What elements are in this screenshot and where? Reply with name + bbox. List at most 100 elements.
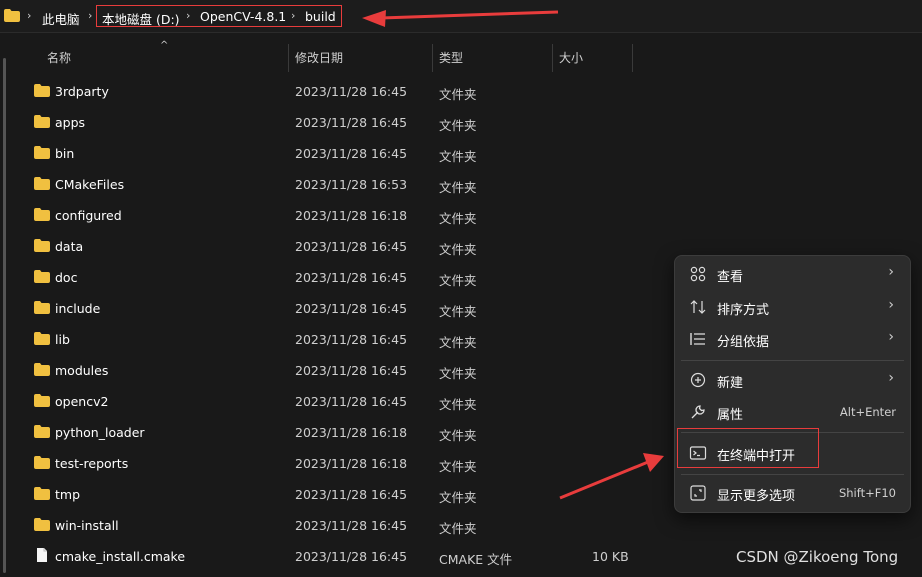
file-name: cmake_install.cmake bbox=[55, 549, 186, 564]
menu-label-sort: 排序方式 bbox=[717, 303, 770, 318]
context-menu: 查看 › 排序方式 › 分组依据 › 新建 › 属性 Alt+Enter 在终端… bbox=[674, 255, 911, 513]
file-date: 2023/11/28 16:45 bbox=[295, 487, 408, 502]
file-name: bin bbox=[55, 146, 75, 161]
file-type: 文件夹 bbox=[439, 397, 477, 412]
menu-label-new: 新建 bbox=[717, 376, 744, 391]
column-type[interactable]: 类型 bbox=[431, 44, 553, 72]
file-date: 2023/11/28 16:45 bbox=[295, 332, 408, 347]
address-highlight-box bbox=[96, 5, 342, 27]
file-type: 文件夹 bbox=[439, 242, 477, 257]
chevron-right-icon: › bbox=[27, 9, 32, 22]
chevron-right-icon: › bbox=[888, 329, 894, 345]
file-name: lib bbox=[55, 332, 70, 347]
chevron-right-icon: › bbox=[888, 297, 894, 313]
file-date: 2023/11/28 16:18 bbox=[295, 425, 408, 440]
column-size[interactable]: 大小 bbox=[551, 44, 633, 72]
more-options-shortcut: Shift+F10 bbox=[838, 486, 896, 500]
folder-icon bbox=[34, 84, 50, 97]
file-type: 文件夹 bbox=[439, 459, 477, 474]
file-date: 2023/11/28 16:45 bbox=[295, 84, 408, 99]
file-row[interactable]: configured 2023/11/28 16:18 文件夹 bbox=[0, 200, 922, 231]
watermark: CSDN @Zikoeng Tong bbox=[736, 548, 899, 566]
file-date: 2023/11/28 16:45 bbox=[295, 115, 408, 130]
breadcrumb-this-pc[interactable]: 此电脑 bbox=[42, 9, 80, 28]
file-type: 文件夹 bbox=[439, 366, 477, 381]
menu-item-sort[interactable]: 排序方式 › bbox=[679, 292, 906, 322]
file-type: 文件夹 bbox=[439, 87, 477, 102]
file-date: 2023/11/28 16:18 bbox=[295, 208, 408, 223]
folder-icon bbox=[34, 301, 50, 314]
folder-icon bbox=[34, 270, 50, 283]
file-row[interactable]: 3rdparty 2023/11/28 16:45 文件夹 bbox=[0, 76, 922, 107]
file-type: 文件夹 bbox=[439, 180, 477, 195]
menu-label-more-options: 显示更多选项 bbox=[717, 489, 796, 504]
file-type: 文件夹 bbox=[439, 304, 477, 319]
add-circle-icon bbox=[690, 372, 706, 388]
file-name: python_loader bbox=[55, 425, 145, 440]
file-date: 2023/11/28 16:45 bbox=[295, 270, 408, 285]
column-date[interactable]: 修改日期 bbox=[287, 44, 433, 72]
menu-label-group: 分组依据 bbox=[717, 335, 770, 350]
file-type: 文件夹 bbox=[439, 118, 477, 133]
folder-icon bbox=[34, 332, 50, 345]
file-date: 2023/11/28 16:45 bbox=[295, 394, 408, 409]
file-type: 文件夹 bbox=[439, 490, 477, 505]
menu-item-more-options[interactable]: 显示更多选项 Shift+F10 bbox=[679, 478, 906, 508]
folder-icon bbox=[34, 115, 50, 128]
file-date: 2023/11/28 16:45 bbox=[295, 363, 408, 378]
file-date: 2023/11/28 16:45 bbox=[295, 146, 408, 161]
file-name: 3rdparty bbox=[55, 84, 109, 99]
file-name: include bbox=[55, 301, 101, 316]
menu-item-properties[interactable]: 属性 Alt+Enter bbox=[679, 397, 906, 427]
file-row[interactable]: win-install 2023/11/28 16:45 文件夹 bbox=[0, 510, 922, 541]
file-size: 10 KB bbox=[592, 549, 629, 564]
sort-icon bbox=[690, 300, 706, 314]
folder-icon bbox=[34, 425, 50, 438]
group-list-icon bbox=[690, 333, 705, 345]
folder-icon bbox=[34, 487, 50, 500]
file-type: 文件夹 bbox=[439, 211, 477, 226]
chevron-right-icon: › bbox=[888, 370, 894, 386]
folder-icon bbox=[34, 518, 50, 531]
menu-divider bbox=[681, 474, 904, 475]
file-date: 2023/11/28 16:45 bbox=[295, 518, 408, 533]
file-row[interactable]: bin 2023/11/28 16:45 文件夹 bbox=[0, 138, 922, 169]
file-type: 文件夹 bbox=[439, 521, 477, 536]
folder-icon bbox=[34, 177, 50, 190]
file-row[interactable]: CMakeFiles 2023/11/28 16:53 文件夹 bbox=[0, 169, 922, 200]
file-icon bbox=[37, 548, 47, 562]
file-row[interactable]: apps 2023/11/28 16:45 文件夹 bbox=[0, 107, 922, 138]
folder-icon bbox=[34, 456, 50, 469]
file-date: 2023/11/28 16:18 bbox=[295, 456, 408, 471]
file-name: configured bbox=[55, 208, 122, 223]
file-name: data bbox=[55, 239, 84, 254]
menu-divider bbox=[681, 360, 904, 361]
file-type: 文件夹 bbox=[439, 273, 477, 288]
menu-item-group[interactable]: 分组依据 › bbox=[679, 324, 906, 354]
file-type: CMAKE 文件 bbox=[439, 552, 513, 567]
file-name: tmp bbox=[55, 487, 81, 502]
file-date: 2023/11/28 16:45 bbox=[295, 239, 408, 254]
file-name: win-install bbox=[55, 518, 119, 533]
file-name: CMakeFiles bbox=[55, 177, 125, 192]
file-date: 2023/11/28 16:53 bbox=[295, 177, 408, 192]
folder-icon bbox=[34, 363, 50, 376]
folder-icon bbox=[34, 394, 50, 407]
menu-item-view[interactable]: 查看 › bbox=[679, 259, 906, 289]
properties-shortcut: Alt+Enter bbox=[839, 405, 896, 419]
file-date: 2023/11/28 16:45 bbox=[295, 301, 408, 316]
menu-label-view: 查看 bbox=[717, 270, 744, 285]
expand-icon bbox=[690, 485, 706, 501]
grid-icon bbox=[690, 266, 706, 282]
column-header-row: 名称 修改日期 类型 大小 bbox=[0, 44, 922, 72]
file-name: test-reports bbox=[55, 456, 129, 471]
menu-item-new[interactable]: 新建 › bbox=[679, 365, 906, 395]
file-name: doc bbox=[55, 270, 78, 285]
menu-label-properties: 属性 bbox=[717, 408, 744, 423]
file-name: apps bbox=[55, 115, 86, 130]
file-date: 2023/11/28 16:45 bbox=[295, 549, 408, 564]
file-name: opencv2 bbox=[55, 394, 109, 409]
folder-icon bbox=[4, 9, 20, 22]
sort-ascending-icon: ^ bbox=[160, 40, 169, 51]
terminal-highlight-box bbox=[677, 428, 819, 468]
